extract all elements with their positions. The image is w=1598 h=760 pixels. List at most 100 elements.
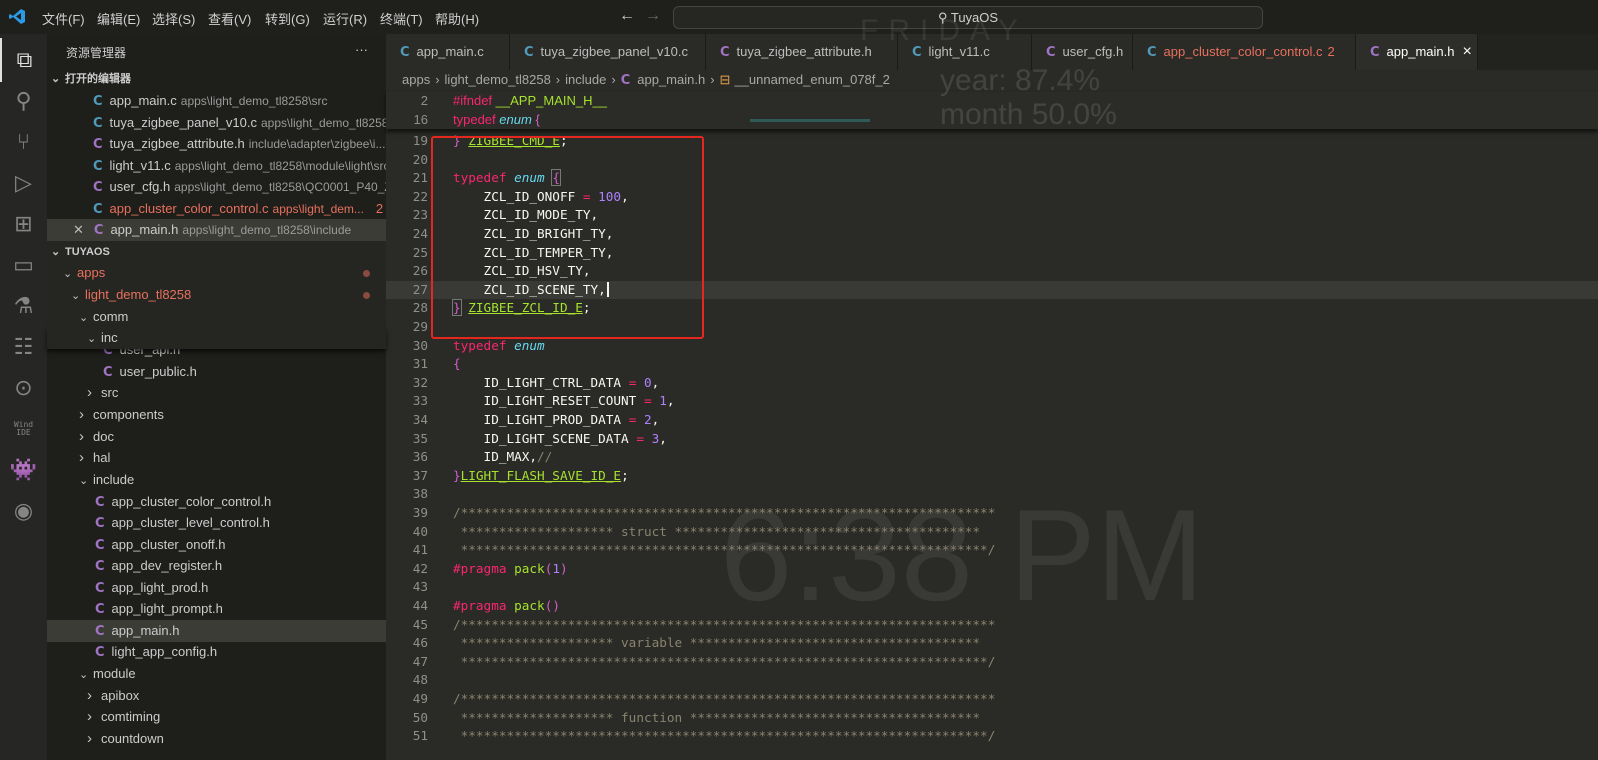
wind-ide-button[interactable]: Wind IDE [0, 407, 47, 451]
code-line[interactable]: 30 typedef enum [386, 337, 1598, 356]
tab-tuya-zigbee-panel-v10-c[interactable]: Ctuya_zigbee_panel_v10.c [510, 34, 706, 70]
tree-item-app-dev-register-h[interactable]: Capp_dev_register.h [47, 555, 386, 577]
h-file-icon: C [95, 516, 105, 531]
code-line[interactable]: 51 *************************************… [386, 727, 1598, 746]
tree-item-countdown[interactable]: › countdown [47, 728, 386, 750]
code-line[interactable]: 34 ID_LIGHT_PROD_DATA = 2, [386, 411, 1598, 430]
menu-item-1[interactable]: 编辑(E) [97, 9, 140, 28]
open-editor-item[interactable]: Clight_v11.c apps\light_demo_tl8258\modul… [47, 155, 386, 177]
tree-item-components[interactable]: › components [47, 404, 386, 426]
code-line[interactable]: 46 ******************** variable *******… [386, 634, 1598, 653]
code-line[interactable]: 50 ******************** function *******… [386, 709, 1598, 728]
open-editor-item[interactable]: Ctuya_zigbee_panel_v10.c apps\light_demo_… [47, 112, 386, 134]
tab-app-main-h[interactable]: Capp_main.h × [1356, 34, 1478, 70]
platformio-button[interactable]: 👾 [0, 448, 47, 492]
menu-item-0[interactable]: 文件(F) [42, 9, 85, 28]
tree-item-user-public-h[interactable]: Cuser_public.h [47, 361, 386, 383]
forward-button[interactable]: → [645, 7, 661, 25]
sticky-scroll[interactable]: 2 #ifndef __APP_MAIN_H__ 16 typedef enum { [386, 92, 1598, 129]
code-line[interactable]: 38 [386, 485, 1598, 504]
tree-item-src[interactable]: › src [47, 382, 386, 404]
extensions-button[interactable]: ⊞ [0, 202, 47, 246]
workspace-header[interactable]: ⌄ TUYAOS [47, 241, 386, 263]
tree-item-app-cluster-color-control-h[interactable]: Capp_cluster_color_control.h [47, 491, 386, 513]
breadcrumb-item[interactable]: apps [402, 72, 430, 87]
code-line[interactable]: 41 *************************************… [386, 541, 1598, 560]
code-line[interactable]: 37}LIGHT_FLASH_SAVE_ID_E; [386, 467, 1598, 486]
more-actions-button[interactable]: ··· [355, 42, 368, 57]
tree-item-include[interactable]: ⌄ include [47, 469, 386, 491]
source-control-button[interactable]: ⑂ [0, 120, 47, 164]
tree-item-doc[interactable]: › doc [47, 426, 386, 448]
code-line[interactable]: 36 ID_MAX,// [386, 448, 1598, 467]
breadcrumb-item[interactable]: include [565, 72, 606, 87]
menu-item-7[interactable]: 帮助(H) [435, 9, 479, 28]
tree-item-apps[interactable]: ⌄ apps [47, 262, 386, 284]
tree-item-app-cluster-onoff-h[interactable]: Capp_cluster_onoff.h [47, 534, 386, 556]
breadcrumb-item[interactable]: app_main.h [637, 72, 705, 87]
menu-item-4[interactable]: 转到(G) [265, 9, 310, 28]
platformio-icon: 👾 [9, 457, 38, 482]
command-center-search[interactable]: ⚲ TuyaOS [673, 6, 1263, 29]
menu-item-3[interactable]: 查看(V) [208, 9, 251, 28]
open-editor-item[interactable]: Cuser_cfg.h apps\light_demo_tl8258\QC0001… [47, 176, 386, 198]
code-line[interactable]: 48 [386, 671, 1598, 690]
tab-light-v11-c[interactable]: Clight_v11.c [898, 34, 1032, 70]
menu-item-6[interactable]: 终端(T) [380, 9, 423, 28]
tree-item-hal[interactable]: › hal [47, 447, 386, 469]
code-line[interactable]: 31 { [386, 355, 1598, 374]
testing-button[interactable]: ⚗ [0, 284, 47, 328]
code-line[interactable]: 2 #ifndef __APP_MAIN_H__ [386, 92, 1598, 111]
tree-item-comm[interactable]: ⌄ comm [47, 306, 386, 328]
code-line[interactable]: 32 ID_LIGHT_CTRL_DATA = 0, [386, 374, 1598, 393]
tab-app-main-c[interactable]: Capp_main.c [386, 34, 510, 70]
tree-item-app-main-h[interactable]: Capp_main.h [47, 620, 386, 642]
breadcrumb: apps › light_demo_tl8258 › include › Capp_main… [386, 70, 890, 90]
open-editor-name: app_cluster_color_control.c [109, 200, 269, 216]
code-line[interactable]: 47 *************************************… [386, 653, 1598, 672]
menu-item-2[interactable]: 选择(S) [152, 9, 195, 28]
tree-item-app-cluster-level-control-h[interactable]: Capp_cluster_level_control.h [47, 512, 386, 534]
tree-item-light-demo-tl8258[interactable]: ⌄ light_demo_tl8258 [47, 284, 386, 306]
open-editors-header[interactable]: ⌄ 打开的编辑器 [47, 68, 386, 90]
espressif-button[interactable]: ◉ [0, 489, 47, 533]
code-line[interactable]: 16 typedef enum { [386, 111, 1598, 130]
open-editor-item[interactable]: Capp_cluster_color_control.c apps\light_d… [47, 198, 386, 220]
code-line[interactable]: 33 ID_LIGHT_RESET_COUNT = 1, [386, 392, 1598, 411]
search-button[interactable]: ⚲ [0, 79, 47, 123]
code-line[interactable]: 45 /*************************************… [386, 616, 1598, 635]
tree-item-apibox[interactable]: › apibox [47, 685, 386, 707]
open-editor-item[interactable]: Ctuya_zigbee_attribute.h include\adapter\… [47, 133, 386, 155]
tree-item-app-light-prompt-h[interactable]: Capp_light_prompt.h [47, 598, 386, 620]
close-icon[interactable]: × [1463, 43, 1472, 60]
tree-item-inc[interactable]: ⌄ inc [47, 327, 386, 349]
code-line[interactable]: 49 /*************************************… [386, 690, 1598, 709]
menu-item-5[interactable]: 运行(R) [323, 9, 367, 28]
back-button[interactable]: ← [619, 7, 635, 25]
open-editor-item[interactable]: ✕ Capp_main.h apps\light_demo_tl8258\inclu… [47, 219, 386, 241]
tab-app-cluster-color-control-c[interactable]: Capp_cluster_color_control.c 2 [1133, 34, 1356, 70]
line-number: 34 [412, 412, 428, 427]
close-icon[interactable]: ✕ [73, 222, 84, 237]
code-token: 1 [552, 560, 560, 576]
tab-tuya-zigbee-attribute-h[interactable]: Ctuya_zigbee_attribute.h [706, 34, 898, 70]
git-graph-button[interactable]: ⊙ [0, 366, 47, 410]
code-line[interactable]: 44 #pragma pack() [386, 597, 1598, 616]
code-line[interactable]: 39 /*************************************… [386, 504, 1598, 523]
breadcrumb-item[interactable]: light_demo_tl8258 [445, 72, 551, 87]
code-line[interactable]: 43 [386, 578, 1598, 597]
tree-item-module[interactable]: ⌄ module [47, 663, 386, 685]
tree-item-app-light-prod-h[interactable]: Capp_light_prod.h [47, 577, 386, 599]
explorer-button[interactable]: ⧉ [0, 38, 47, 82]
tree-item-comtiming[interactable]: › comtiming [47, 706, 386, 728]
tree-item-light-app-config-h[interactable]: Clight_app_config.h [47, 641, 386, 663]
breadcrumb-item[interactable]: __unnamed_enum_078f_2 [734, 72, 889, 87]
code-line[interactable]: 35 ID_LIGHT_SCENE_DATA = 3, [386, 430, 1598, 449]
timeline-button[interactable]: ☷ [0, 325, 47, 369]
tab-user-cfg-h[interactable]: Cuser_cfg.h [1032, 34, 1133, 70]
code-line[interactable]: 40 ******************** struct *********… [386, 523, 1598, 542]
code-line[interactable]: 42 #pragma pack(1) [386, 560, 1598, 579]
remote-explorer-button[interactable]: ▭ [0, 243, 47, 287]
run-debug-button[interactable]: ▷ [0, 161, 47, 205]
open-editor-item[interactable]: Capp_main.c apps\light_demo_tl8258\src [47, 90, 386, 112]
